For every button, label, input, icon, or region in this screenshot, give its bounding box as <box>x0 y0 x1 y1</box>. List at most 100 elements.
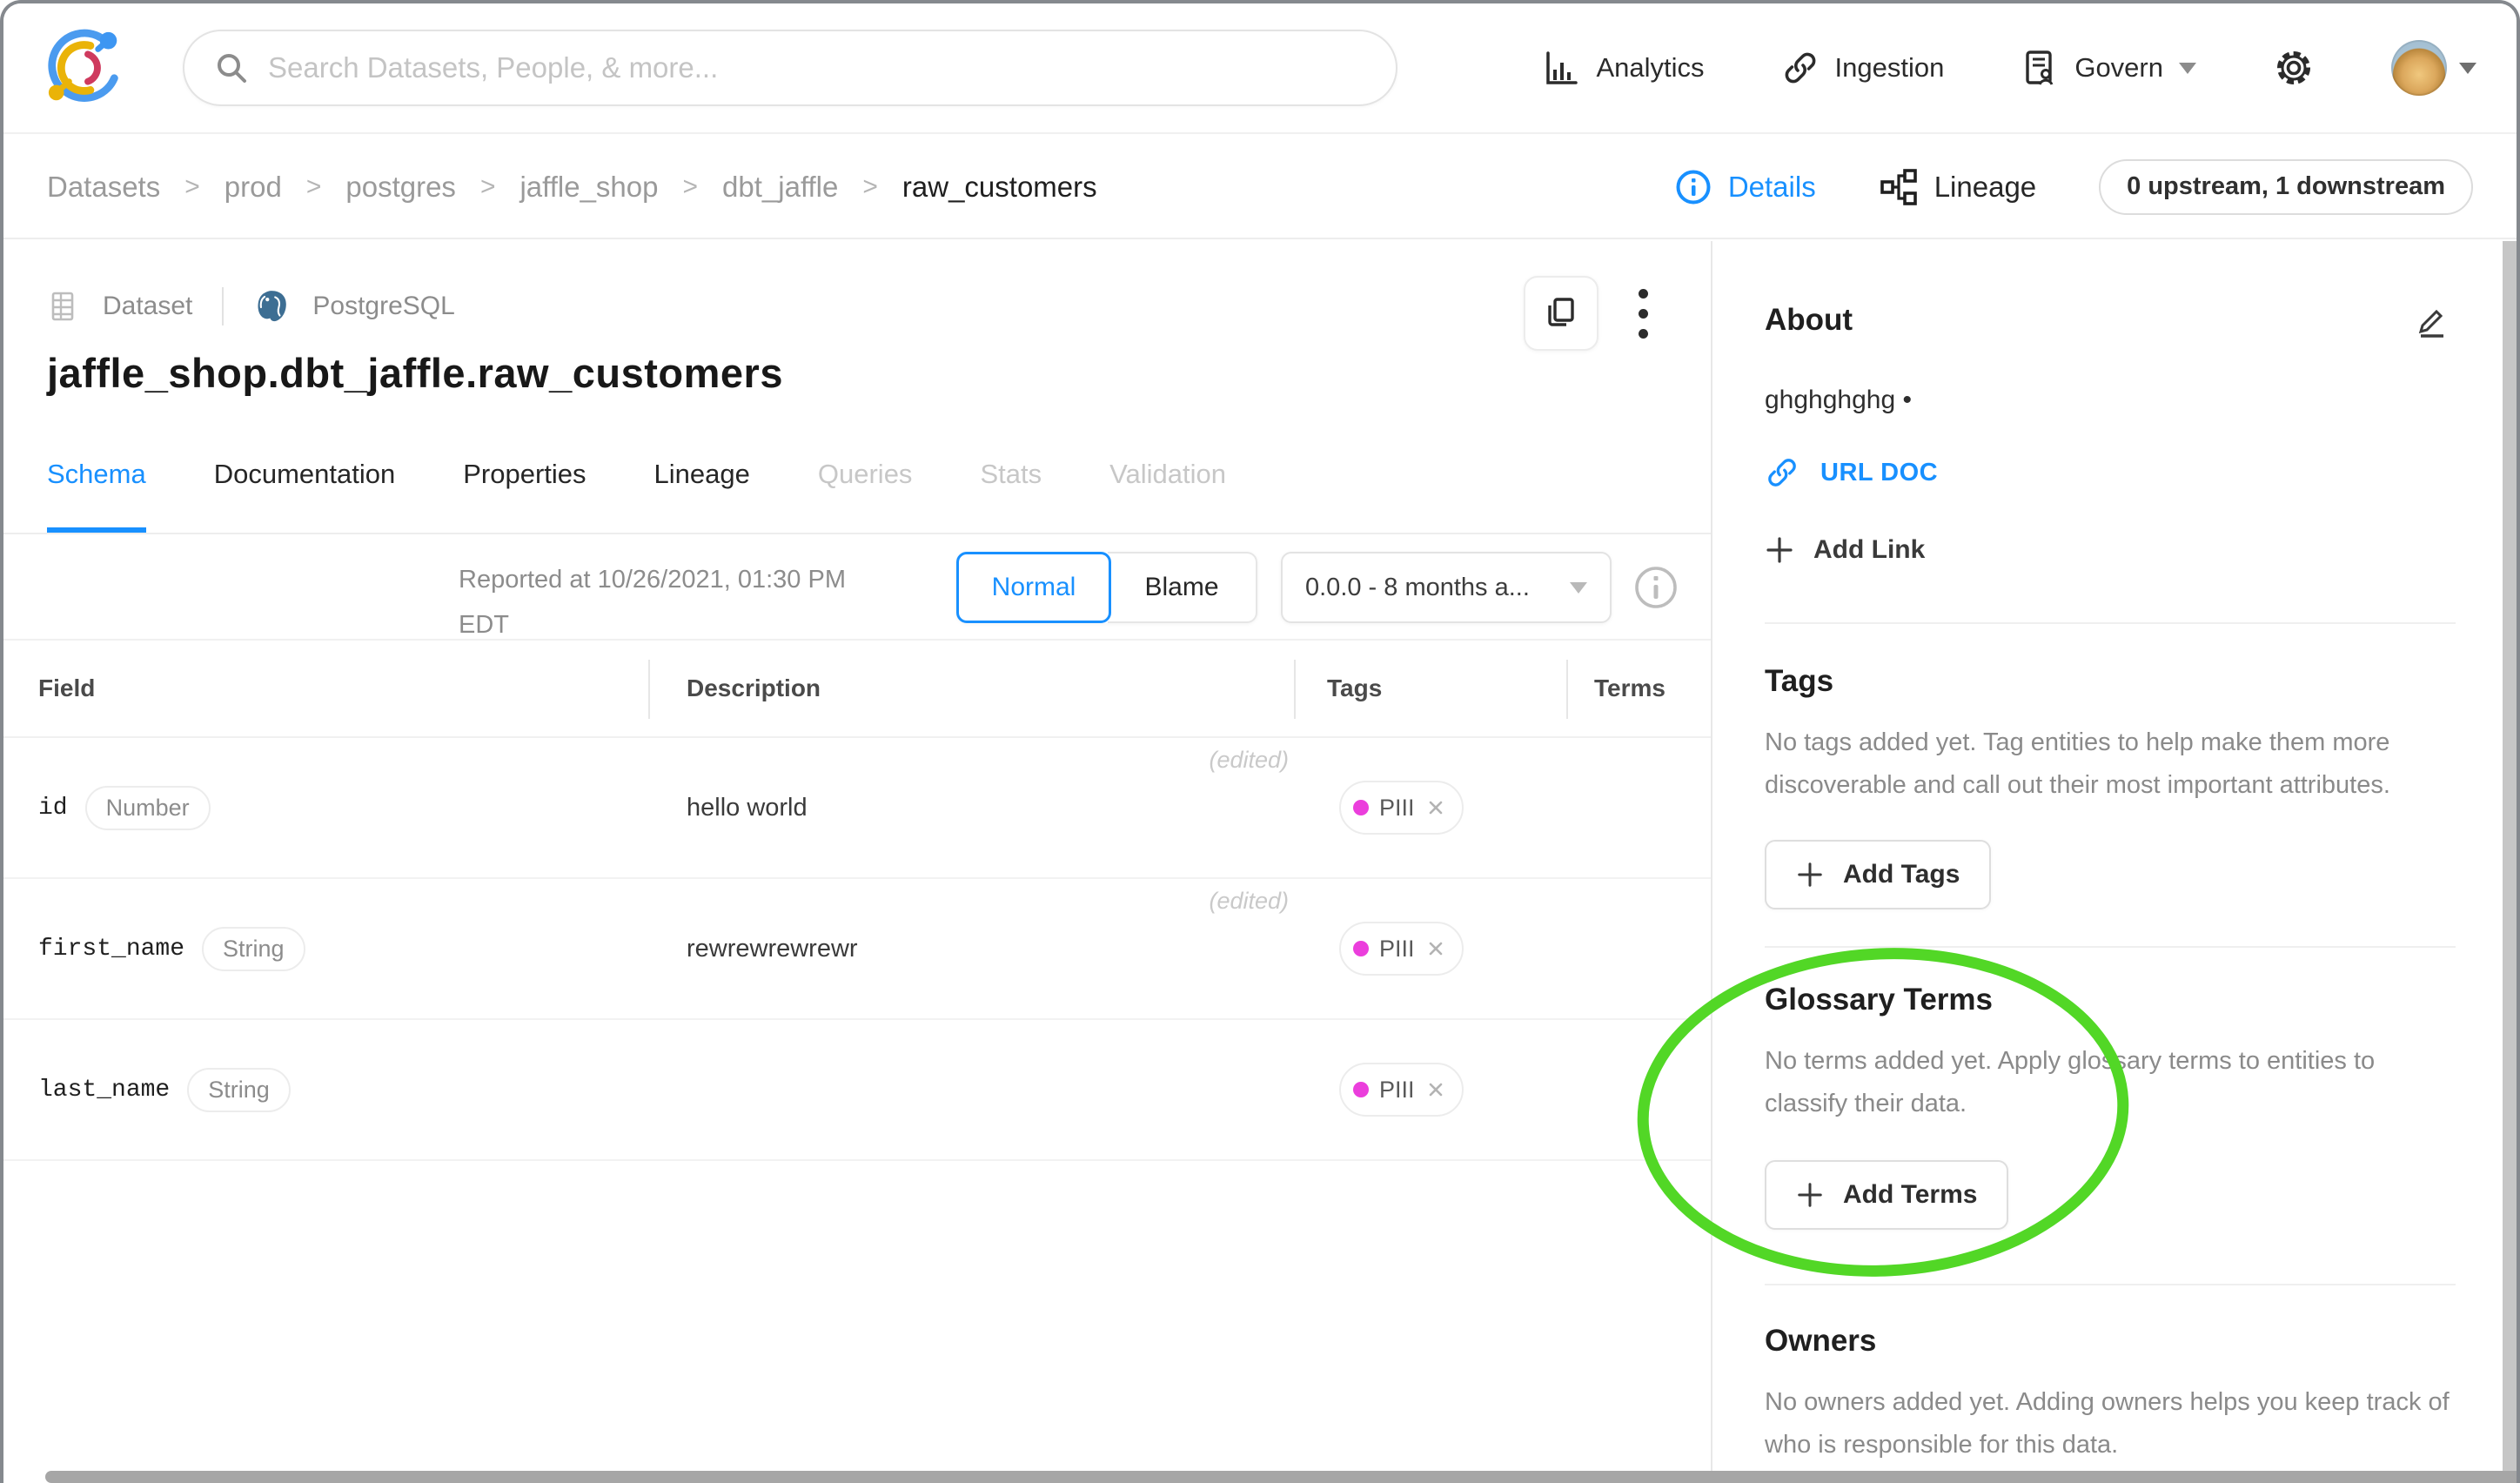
reported-at-line1: Reported at 10/26/2021, 01:30 PM <box>459 566 846 594</box>
add-terms-label: Add Terms <box>1843 1180 1977 1210</box>
tab-validation: Validation <box>1109 421 1226 533</box>
description-cell[interactable]: (edited) rewrewrewrewr <box>648 879 1294 1018</box>
tab-documentation[interactable]: Documentation <box>214 421 396 533</box>
tags-cell: PIII <box>1294 879 1566 1018</box>
terms-cell[interactable] <box>1566 738 1712 877</box>
edit-about-button[interactable] <box>2409 297 2456 344</box>
lineage-graph-icon <box>1879 167 1919 207</box>
toggle-normal[interactable]: Normal <box>956 552 1111 623</box>
tag-pill[interactable]: PIII <box>1339 1063 1464 1117</box>
app-window: Analytics Ingestion Govern <box>0 0 2520 1483</box>
tag-color-dot <box>1353 800 1369 815</box>
breadcrumb-item-datasets[interactable]: Datasets <box>47 171 160 204</box>
chevron-down-icon <box>1570 582 1587 594</box>
top-nav: Analytics Ingestion Govern <box>3 3 2517 134</box>
chevron-down-icon <box>2179 63 2196 74</box>
chain-icon <box>1781 49 1820 87</box>
edited-label: (edited) <box>1209 888 1289 915</box>
horizontal-scrollbar[interactable] <box>45 1471 2517 1483</box>
table-row[interactable]: last_name String PIII <box>3 1020 1711 1161</box>
about-description[interactable]: ghghghghg • <box>1765 386 2456 415</box>
govern-doc-icon <box>2021 49 2059 87</box>
field-type-pill: Number <box>85 786 211 830</box>
schema-toolbar: Reported at 10/26/2021, 01:30 PM EDT Nor… <box>3 534 1711 641</box>
tab-schema[interactable]: Schema <box>47 421 146 533</box>
lineage-label: Lineage <box>1934 171 2036 204</box>
close-icon[interactable] <box>1425 1079 1446 1100</box>
toggle-blame[interactable]: Blame <box>1108 552 1257 623</box>
nav-ingestion[interactable]: Ingestion <box>1781 49 1945 87</box>
field-type-pill: String <box>187 1068 291 1112</box>
description-cell[interactable]: (edited) hello world <box>648 738 1294 877</box>
add-tags-label: Add Tags <box>1843 860 1960 889</box>
nav-ingestion-label: Ingestion <box>1835 52 1945 84</box>
breadcrumb-separator: > <box>306 172 322 202</box>
owners-title: Owners <box>1765 1324 2456 1359</box>
breadcrumb-item-prod[interactable]: prod <box>225 171 282 204</box>
description-cell[interactable] <box>648 1020 1294 1159</box>
tag-pill[interactable]: PIII <box>1339 781 1464 835</box>
close-icon[interactable] <box>1425 797 1446 818</box>
tag-label: PIII <box>1379 795 1415 822</box>
copy-urn-button[interactable] <box>1524 276 1598 351</box>
user-menu[interactable] <box>2391 40 2476 96</box>
entity-header: Dataset PostgreSQL jaffle_shop.dbt_jaffl… <box>3 241 1711 421</box>
tab-lineage[interactable]: Lineage <box>654 421 750 533</box>
table-row[interactable]: first_name String (edited) rewrewrewrewr… <box>3 879 1711 1020</box>
breadcrumb-item-postgres[interactable]: postgres <box>345 171 456 204</box>
top-nav-links: Analytics Ingestion Govern <box>1542 40 2476 96</box>
field-name: last_name <box>38 1077 170 1104</box>
description-text: rewrewrewrewr <box>687 935 858 963</box>
chevron-down-icon <box>2459 63 2476 74</box>
search-input[interactable] <box>268 51 1366 84</box>
entity-content: Dataset PostgreSQL jaffle_shop.dbt_jaffl… <box>3 241 1712 1483</box>
reported-at-text: Reported at 10/26/2021, 01:30 PM EDT <box>459 557 928 648</box>
breadcrumb-item-raw-customers: raw_customers <box>902 171 1097 204</box>
divider <box>222 287 224 325</box>
terms-cell[interactable] <box>1566 879 1712 1018</box>
details-button[interactable]: Details <box>1674 168 1816 206</box>
add-link-label: Add Link <box>1813 535 1925 565</box>
about-title: About <box>1765 303 1853 338</box>
breadcrumb-actions: Details Lineage 0 upstream, 1 downstream <box>1674 159 2473 215</box>
tag-label: PIII <box>1379 936 1415 963</box>
details-label: Details <box>1728 171 1816 204</box>
platform-label: PostgreSQL <box>312 292 454 321</box>
settings-button[interactable] <box>2273 47 2315 89</box>
copy-icon <box>1542 294 1580 332</box>
version-select[interactable]: 0.0.0 - 8 months a... <box>1281 552 1612 623</box>
add-tags-button[interactable]: Add Tags <box>1765 840 1991 909</box>
doc-link[interactable]: URL DOC <box>1765 455 2456 490</box>
field-type-pill: String <box>202 927 305 971</box>
schema-info-button[interactable] <box>1632 564 1679 611</box>
tab-properties[interactable]: Properties <box>463 421 586 533</box>
entity-type-label: Dataset <box>103 292 192 321</box>
glossary-terms-empty-text: No terms added yet. Apply glossary terms… <box>1765 1040 2456 1125</box>
terms-cell[interactable] <box>1566 1020 1712 1159</box>
vertical-scrollbar[interactable] <box>2503 241 2517 1471</box>
dataset-table-icon <box>47 290 80 323</box>
field-name: id <box>38 795 68 822</box>
nav-govern-label: Govern <box>2074 52 2163 84</box>
description-text: hello world <box>687 794 808 822</box>
breadcrumb-separator: > <box>184 172 200 202</box>
table-row[interactable]: id Number (edited) hello world PIII <box>3 738 1711 879</box>
tags-title: Tags <box>1765 664 2456 699</box>
breadcrumb-item-jaffle-shop[interactable]: jaffle_shop <box>519 171 658 204</box>
glossary-terms-title: Glossary Terms <box>1765 983 2456 1017</box>
add-terms-button[interactable]: Add Terms <box>1765 1160 2008 1230</box>
postgresql-logo-icon <box>253 288 290 325</box>
more-options-button[interactable] <box>1630 280 1657 347</box>
dot <box>1639 329 1648 339</box>
lineage-count-pill[interactable]: 0 upstream, 1 downstream <box>2099 159 2473 215</box>
datahub-logo-icon[interactable] <box>44 25 129 111</box>
tag-pill[interactable]: PIII <box>1339 922 1464 976</box>
add-link-button[interactable]: Add Link <box>1765 535 2456 565</box>
field-cell: first_name String <box>3 879 648 1018</box>
close-icon[interactable] <box>1425 938 1446 959</box>
nav-govern[interactable]: Govern <box>2021 49 2196 87</box>
nav-analytics[interactable]: Analytics <box>1542 49 1704 87</box>
owners-empty-text: No owners added yet. Adding owners helps… <box>1765 1381 2456 1466</box>
breadcrumb-item-dbt-jaffle[interactable]: dbt_jaffle <box>722 171 838 204</box>
lineage-button[interactable]: Lineage <box>1879 167 2036 207</box>
